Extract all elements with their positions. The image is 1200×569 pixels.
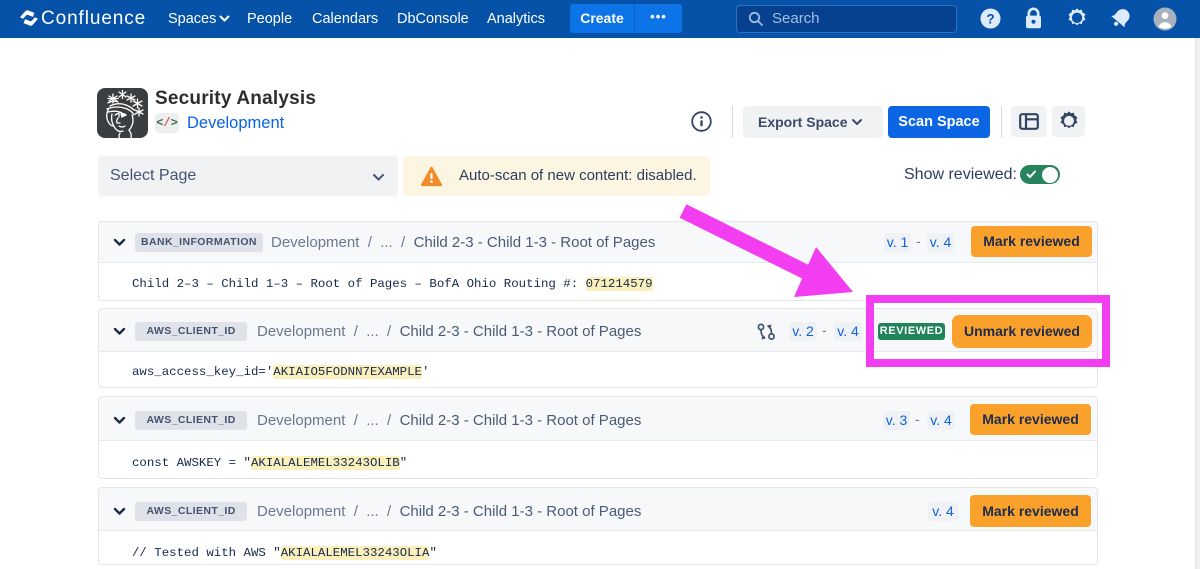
- svg-text:?: ?: [986, 11, 994, 26]
